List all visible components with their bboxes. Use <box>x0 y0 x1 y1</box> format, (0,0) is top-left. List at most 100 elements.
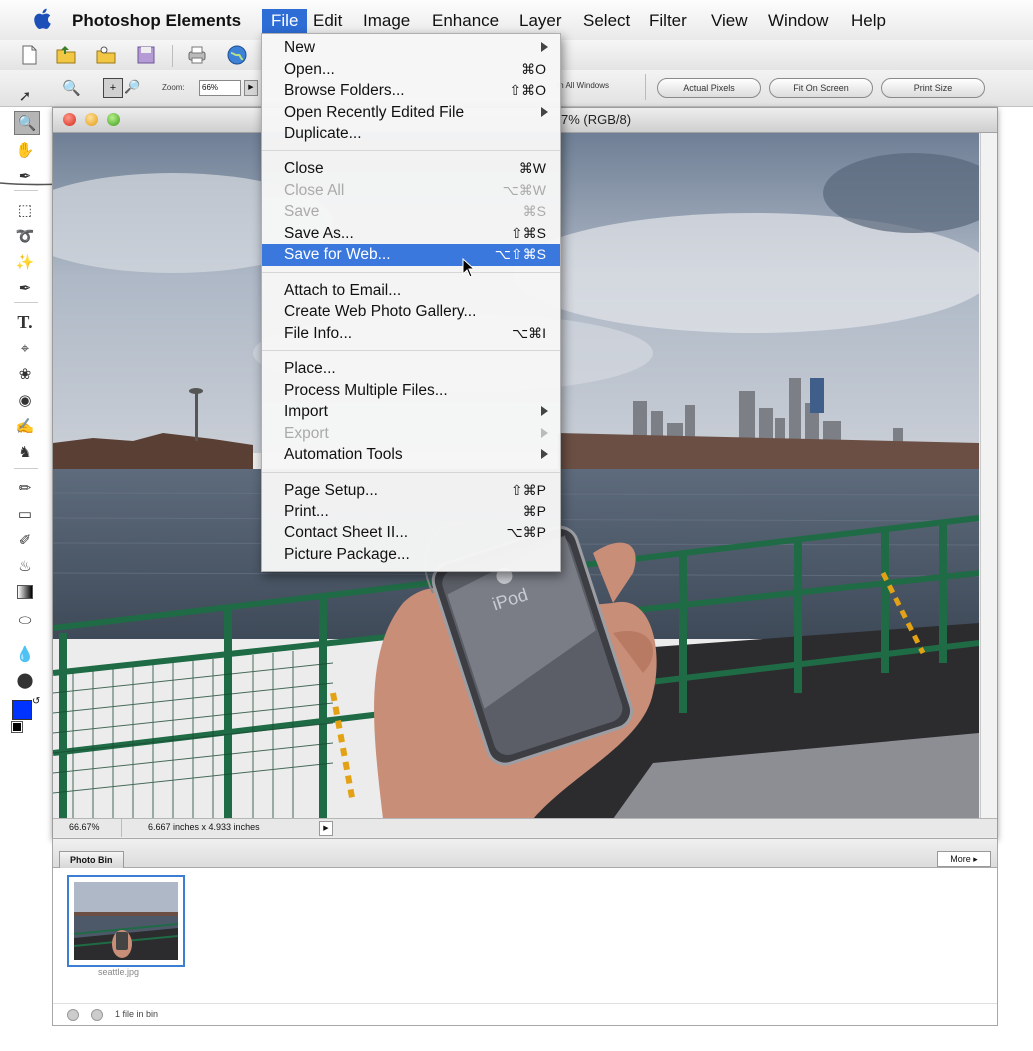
menu-item-shortcut: ⌥⌘W <box>502 182 546 198</box>
menu-item-duplicate[interactable]: Duplicate... <box>262 123 560 144</box>
minimize-window-icon[interactable] <box>85 113 98 126</box>
status-menu-arrow-icon[interactable]: ▶ <box>319 821 333 836</box>
menu-help[interactable]: Help <box>851 10 886 32</box>
menu-view[interactable]: View <box>711 10 748 32</box>
photo-bin-header <box>53 839 997 868</box>
menu-item-open[interactable]: Open... ⌘O <box>262 59 560 80</box>
menu-select[interactable]: Select <box>583 10 630 32</box>
default-colors-icon[interactable] <box>11 721 23 733</box>
menu-item-page-setup[interactable]: Page Setup... ⇧⌘P <box>262 480 560 501</box>
print-size-button[interactable]: Print Size <box>881 78 985 98</box>
vertical-scrollbar[interactable] <box>980 133 997 819</box>
menu-item-label: Save for Web... <box>284 246 391 263</box>
menu-item-open-recently-edited[interactable]: Open Recently Edited File <box>262 102 560 123</box>
magic-wand-tool-icon[interactable]: ✨ <box>10 250 40 274</box>
crop-tool-icon[interactable]: ⌖ <box>10 336 40 360</box>
save-icon[interactable] <box>135 44 157 66</box>
photo-bin-panel: Photo Bin More ▸ seattle.jpg 1 file in b… <box>52 838 998 1026</box>
zoom-out-icon[interactable]: 🔎 <box>124 79 140 95</box>
app-name-menu[interactable]: Photoshop Elements <box>72 10 241 32</box>
blur-tool-icon[interactable]: 💧 <box>10 642 40 666</box>
more-button[interactable]: More ▸ <box>937 851 991 867</box>
menu-item-place[interactable]: Place... <box>262 358 560 379</box>
menu-item-label: Print... <box>284 503 329 520</box>
type-tool-icon[interactable]: T. <box>10 310 40 334</box>
red-eye-tool-icon[interactable]: ◉ <box>10 388 40 412</box>
menu-item-label: Save As... <box>284 225 354 242</box>
menu-item-save-as[interactable]: Save As... ⇧⌘S <box>262 223 560 244</box>
menu-window[interactable]: Window <box>768 10 828 32</box>
menu-item-contact-sheet[interactable]: Contact Sheet II... ⌥⌘P <box>262 522 560 543</box>
new-document-icon[interactable] <box>18 44 40 66</box>
eraser-tool-icon[interactable]: ▭ <box>10 502 40 526</box>
menu-item-shortcut: ⌥⌘P <box>506 524 546 540</box>
toolbox-divider <box>14 468 38 469</box>
zoom-all-windows-checkbox[interactable]: m All Windows <box>557 81 609 90</box>
clone-stamp-tool-icon[interactable]: ♞ <box>10 440 40 464</box>
menu-item-attach-to-email[interactable]: Attach to Email... <box>262 280 560 301</box>
zoom-status[interactable]: 66.67% <box>69 822 100 832</box>
menu-item-label: Browse Folders... <box>284 82 405 99</box>
menu-separator <box>262 150 560 151</box>
bin-previous-icon[interactable] <box>67 1009 79 1021</box>
zoom-input[interactable]: 66% <box>199 80 241 96</box>
apple-icon[interactable] <box>34 6 54 32</box>
menu-item-save-for-web[interactable]: Save for Web... ⌥⇧⌘S <box>262 244 560 266</box>
menu-item-label: Page Setup... <box>284 482 378 499</box>
menu-item-picture-package[interactable]: Picture Package... <box>262 544 560 565</box>
menu-item-process-multiple-files[interactable]: Process Multiple Files... <box>262 380 560 401</box>
close-window-icon[interactable] <box>63 113 76 126</box>
shape-tool-icon[interactable]: ⬭ <box>10 608 40 632</box>
menu-item-create-web-photo-gallery[interactable]: Create Web Photo Gallery... <box>262 301 560 322</box>
cookie-cutter-tool-icon[interactable]: ❀ <box>10 362 40 386</box>
menu-item-print[interactable]: Print... ⌘P <box>262 501 560 522</box>
online-services-icon[interactable] <box>226 44 248 66</box>
open-folder-icon[interactable] <box>55 44 77 66</box>
brush-tool-icon[interactable]: ✐ <box>10 528 40 552</box>
menu-item-label: Import <box>284 403 328 420</box>
sponge-tool-icon[interactable]: ⬤ <box>10 668 40 692</box>
zoom-tool-option-icon[interactable]: 🔍 <box>62 79 81 97</box>
zoom-tool-icon[interactable]: 🔍 <box>14 111 40 135</box>
menu-image[interactable]: Image <box>363 10 410 32</box>
menu-file[interactable]: File <box>262 9 308 33</box>
menu-item-file-info[interactable]: File Info... ⌥⌘I <box>262 323 560 344</box>
menu-item-label: Open Recently Edited File <box>284 104 465 121</box>
document-title: 7% (RGB/8) <box>561 112 632 127</box>
bin-next-icon[interactable] <box>91 1009 103 1021</box>
menu-edit[interactable]: Edit <box>313 10 342 32</box>
paint-bucket-tool-icon[interactable]: ♨ <box>10 554 40 578</box>
selection-brush-tool-icon[interactable]: ✒ <box>10 276 40 300</box>
menu-item-label: Duplicate... <box>284 125 362 142</box>
move-tool-icon[interactable]: ➚ <box>10 84 40 108</box>
menu-layer[interactable]: Layer <box>519 10 562 32</box>
actual-pixels-button[interactable]: Actual Pixels <box>657 78 761 98</box>
zoom-window-icon[interactable] <box>107 113 120 126</box>
lasso-tool-icon[interactable]: ➰ <box>10 224 40 248</box>
zoom-stepper[interactable]: ▶ <box>244 80 258 96</box>
menu-item-automation-tools[interactable]: Automation Tools <box>262 444 560 465</box>
menu-item-import[interactable]: Import <box>262 401 560 422</box>
menu-item-close[interactable]: Close ⌘W <box>262 158 560 179</box>
foreground-color-swatch[interactable] <box>12 700 32 720</box>
menu-separator <box>262 472 560 473</box>
gradient-tool-icon[interactable] <box>10 580 40 604</box>
menu-item-new[interactable]: New <box>262 37 560 58</box>
swap-colors-icon[interactable]: ↺ <box>32 696 40 707</box>
fit-on-screen-button[interactable]: Fit On Screen <box>769 78 873 98</box>
menu-item-browse-folders[interactable]: Browse Folders... ⇧⌘O <box>262 80 560 101</box>
menu-item-label: Close <box>284 160 324 177</box>
menu-item-label: Open... <box>284 61 335 78</box>
menu-item-shortcut: ⌥⇧⌘S <box>494 246 546 262</box>
healing-brush-tool-icon[interactable]: ✍ <box>10 414 40 438</box>
photo-bin-tab[interactable]: Photo Bin <box>59 851 124 868</box>
photo-thumbnail[interactable] <box>67 875 185 967</box>
menu-enhance[interactable]: Enhance <box>432 10 499 32</box>
menu-item-label: Save <box>284 203 320 220</box>
print-icon[interactable] <box>186 44 208 66</box>
submenu-arrow-icon <box>541 449 548 459</box>
browse-folders-icon[interactable] <box>95 44 117 66</box>
menu-filter[interactable]: Filter <box>649 10 687 32</box>
zoom-in-icon[interactable]: + <box>103 78 123 98</box>
pencil-tool-icon[interactable]: ✏ <box>10 476 40 500</box>
